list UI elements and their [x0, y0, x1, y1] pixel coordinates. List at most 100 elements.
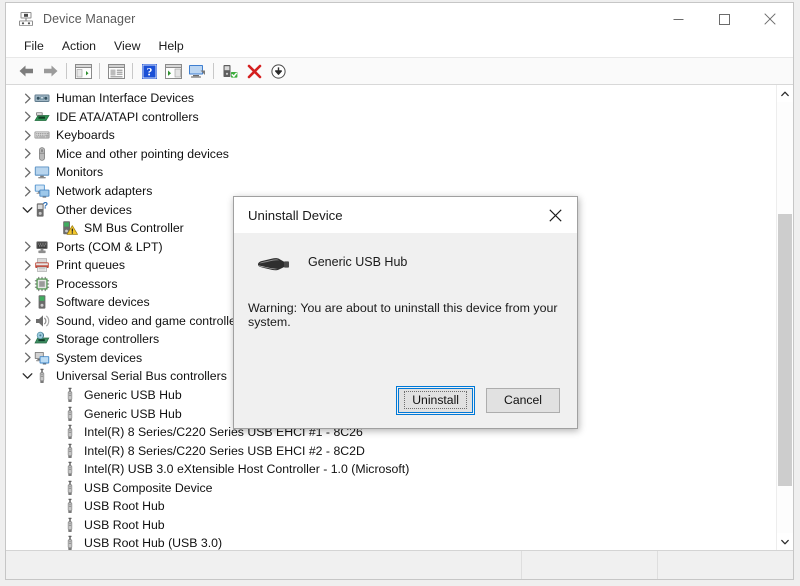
- menu-bar: File Action View Help: [6, 35, 793, 58]
- uninstall-device-icon[interactable]: [242, 60, 266, 82]
- status-bar: [6, 551, 793, 579]
- usb-icon: [62, 517, 78, 533]
- chevron-right-icon[interactable]: [21, 260, 34, 271]
- scrollbar-track[interactable]: [777, 102, 793, 533]
- tree-item-label: Print queues: [56, 258, 126, 273]
- usb-icon: [62, 480, 78, 496]
- processor-icon: [34, 276, 50, 292]
- usb-icon: [34, 368, 50, 384]
- chevron-right-icon[interactable]: [21, 167, 34, 178]
- tree-item-label: USB Root Hub: [84, 517, 165, 532]
- chevron-right-icon[interactable]: [21, 278, 34, 289]
- menu-item-view[interactable]: View: [106, 38, 148, 54]
- tree-item-ide-ata-atapi-controllers[interactable]: IDE ATA/ATAPI controllers: [6, 108, 777, 127]
- status-bar-pane-secondary: [522, 551, 658, 579]
- chevron-right-icon[interactable]: [21, 352, 34, 363]
- tree-item-keyboards[interactable]: Keyboards: [6, 126, 777, 145]
- unknown-device-warning-icon: [62, 220, 78, 236]
- usb-icon: [62, 443, 78, 459]
- dialog-warning-text: Warning: You are about to uninstall this…: [248, 301, 558, 329]
- port-icon: [34, 239, 50, 255]
- chevron-down-icon[interactable]: [21, 206, 34, 214]
- monitor-icon: [34, 164, 50, 180]
- tree-item-usb-composite-device[interactable]: USB Composite Device: [6, 478, 777, 497]
- window-title: Device Manager: [43, 12, 136, 26]
- chevron-right-icon[interactable]: [21, 111, 34, 122]
- tree-item-label: Processors: [56, 276, 118, 291]
- tree-item-label: System devices: [56, 350, 143, 365]
- usb-icon: [62, 461, 78, 477]
- device-manager-icon: [18, 11, 34, 27]
- tree-item-label: USB Composite Device: [84, 480, 213, 495]
- dialog-body: Generic USB Hub Warning: You are about t…: [234, 233, 577, 428]
- screen: Device Manager File Action View Help ? H…: [0, 0, 800, 586]
- tree-item-label: Universal Serial Bus controllers: [56, 369, 227, 384]
- keyboard-icon: [34, 127, 50, 143]
- help-icon[interactable]: ?: [137, 60, 161, 82]
- chevron-right-icon[interactable]: [21, 334, 34, 345]
- menu-item-help[interactable]: Help: [150, 38, 191, 54]
- scrollbar-down-arrow-icon[interactable]: [777, 533, 793, 550]
- toolbar-separator: [132, 63, 133, 79]
- maximize-icon[interactable]: [701, 3, 747, 35]
- chevron-right-icon[interactable]: [21, 315, 34, 326]
- scrollbar-up-arrow-icon[interactable]: [777, 85, 793, 102]
- tree-item-label: Human Interface Devices: [56, 91, 195, 106]
- chevron-right-icon[interactable]: [21, 186, 34, 197]
- back-icon[interactable]: [14, 60, 38, 82]
- tree-item-label: Intel(R) USB 3.0 eXtensible Host Control…: [84, 462, 410, 477]
- toolbar-separator: [213, 63, 214, 79]
- tree-item-label: Mice and other pointing devices: [56, 146, 229, 161]
- scrollbar-thumb[interactable]: [778, 214, 792, 486]
- close-icon[interactable]: [747, 3, 793, 35]
- chevron-right-icon[interactable]: [21, 297, 34, 308]
- minimize-icon[interactable]: [655, 3, 701, 35]
- chevron-down-icon[interactable]: [21, 372, 34, 380]
- printer-icon: [34, 257, 50, 273]
- tree-item-label: Keyboards: [56, 128, 115, 143]
- tree-item-mice-and-other-pointing-devices[interactable]: Mice and other pointing devices: [6, 145, 777, 164]
- tree-item-usb-root-hub[interactable]: USB Root Hub: [6, 497, 777, 516]
- status-bar-pane-main: [6, 551, 522, 579]
- toolbar-separator: [99, 63, 100, 79]
- tree-item-monitors[interactable]: Monitors: [6, 163, 777, 182]
- close-icon[interactable]: [533, 197, 577, 233]
- tree-item-label: Intel(R) 8 Series/C220 Series USB EHCI #…: [84, 443, 365, 458]
- tree-item-usb-root-hub-usb-3-0[interactable]: USB Root Hub (USB 3.0): [6, 534, 777, 551]
- scan-for-hardware-changes-icon[interactable]: [185, 60, 209, 82]
- tree-item-intel-r-usb-3-0-extensible-host-controller-1-0-microsoft[interactable]: Intel(R) USB 3.0 eXtensible Host Control…: [6, 460, 777, 479]
- usb-icon: [62, 424, 78, 440]
- dialog-title-bar: Uninstall Device: [234, 197, 577, 233]
- menu-item-file[interactable]: File: [16, 38, 52, 54]
- tree-item-usb-root-hub[interactable]: USB Root Hub: [6, 516, 777, 535]
- usb-icon: [62, 406, 78, 422]
- vertical-scrollbar[interactable]: [776, 85, 793, 550]
- chevron-right-icon[interactable]: [21, 93, 34, 104]
- tree-item-label: Storage controllers: [56, 332, 160, 347]
- show-hide-console-tree-icon[interactable]: [71, 60, 95, 82]
- tree-item-label: USB Root Hub (USB 3.0): [84, 536, 223, 551]
- tree-item-label: Ports (COM & LPT): [56, 239, 163, 254]
- chevron-right-icon[interactable]: [21, 130, 34, 141]
- tree-item-label: SM Bus Controller: [84, 221, 184, 236]
- dialog-device-name: Generic USB Hub: [308, 255, 408, 269]
- uninstall-button-label: Uninstall: [404, 391, 467, 409]
- usb-plug-icon: [252, 247, 296, 277]
- software-device-icon: [34, 294, 50, 310]
- chevron-right-icon[interactable]: [21, 241, 34, 252]
- usb-icon: [62, 387, 78, 403]
- other-device-icon: ?: [34, 200, 50, 218]
- chevron-right-icon[interactable]: [21, 148, 34, 159]
- tree-item-human-interface-devices[interactable]: Human Interface Devices: [6, 89, 777, 108]
- show-hide-action-pane-icon[interactable]: [161, 60, 185, 82]
- properties-icon[interactable]: [104, 60, 128, 82]
- forward-icon[interactable]: [38, 60, 62, 82]
- uninstall-button[interactable]: Uninstall: [396, 385, 475, 415]
- ide-controller-icon: [34, 109, 50, 125]
- cancel-button[interactable]: Cancel: [486, 387, 560, 413]
- menu-item-action[interactable]: Action: [54, 38, 104, 54]
- tree-item-label: Generic USB Hub: [84, 406, 182, 421]
- update-driver-icon[interactable]: [218, 60, 242, 82]
- tree-item-intel-r-8-series-c220-series-usb-ehci-2-8c2d[interactable]: Intel(R) 8 Series/C220 Series USB EHCI #…: [6, 441, 777, 460]
- disable-device-icon[interactable]: [266, 60, 290, 82]
